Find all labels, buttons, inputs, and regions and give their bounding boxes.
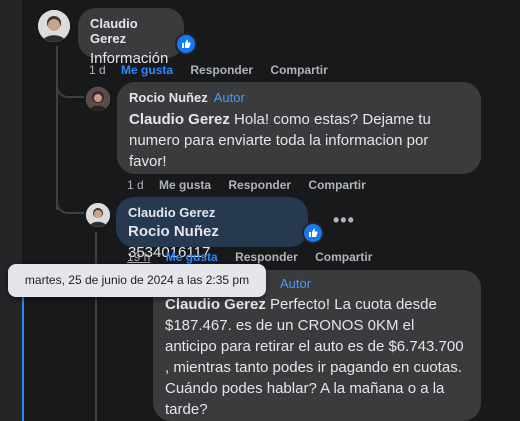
comment-bubble: Claudio Gerez Información [78,8,184,67]
more-options-icon[interactable]: ••• [333,210,355,231]
comment-actions: 19 h Me gusta Responder Compartir [127,250,386,264]
comment-text: Claudio Gerez Perfecto! La cuota desde $… [165,294,469,420]
comment-actions: 1 d Me gusta Responder Compartir [89,63,342,77]
comment-author[interactable]: Claudio Gerez [90,16,172,46]
share-button[interactable]: Compartir [270,63,327,77]
avatar[interactable] [38,10,70,42]
share-button[interactable]: Compartir [315,250,372,264]
comment-author[interactable]: Rocio Nuñez [129,90,208,105]
user-avatar-icon [38,10,70,42]
author-badge: Autor [280,276,312,291]
like-reaction-icon[interactable] [302,222,324,244]
author-badge: Autor [213,90,245,105]
thread-line [56,46,58,210]
reply-button[interactable]: Responder [228,178,291,192]
comment-body: Perfecto! La cuota desde $187.467. es de… [165,296,464,418]
comment-time[interactable]: 1 d [89,63,106,77]
like-button[interactable]: Me gusta [166,250,218,264]
timestamp-tooltip: martes, 25 de junio de 2024 a las 2:35 p… [8,264,266,297]
mention-link[interactable]: Claudio Gerez [129,111,230,128]
mention-link[interactable]: Rocio Nuñez [128,223,219,240]
like-reaction-icon[interactable] [175,33,197,55]
thread-line [95,232,97,421]
thread-connector [56,196,84,214]
comment-author[interactable]: Claudio Gerez [128,205,296,220]
user-avatar-icon [86,203,110,227]
share-button[interactable]: Compartir [308,178,365,192]
mention-link[interactable]: Claudio Gerez [165,296,266,313]
comment-text: Claudio Gerez Hola! como estas? Dejame t… [129,109,469,172]
comment-actions: 1 d Me gusta Responder Compartir [127,178,380,192]
user-avatar-icon [86,87,110,111]
left-panel [0,0,22,421]
like-button[interactable]: Me gusta [121,63,173,77]
comment-bubble-highlighted: Claudio Gerez Rocio Nuñez 3534016117 [116,197,308,261]
avatar[interactable] [86,203,110,227]
comment-time[interactable]: 19 h [127,250,150,264]
comment-bubble: Rocio Nuñez Autor Claudio Gerez Hola! com… [117,82,481,174]
thread-connector [56,80,84,98]
comment-author-line: Rocio Nuñez Autor [129,90,469,105]
like-button[interactable]: Me gusta [159,178,211,192]
avatar[interactable] [86,87,110,111]
reply-button[interactable]: Responder [235,250,298,264]
reply-button[interactable]: Responder [190,63,253,77]
comment-time[interactable]: 1 d [127,178,144,192]
